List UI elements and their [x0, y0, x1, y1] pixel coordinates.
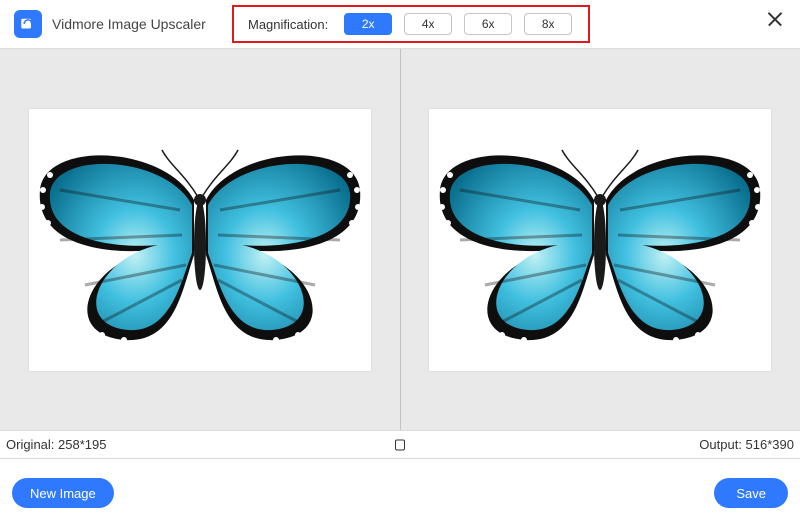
original-image	[29, 109, 371, 371]
center-handle-icon[interactable]	[395, 439, 405, 450]
original-size-label: Original: 258*195	[6, 437, 106, 452]
footer-bar: New Image Save	[0, 459, 800, 527]
new-image-button[interactable]: New Image	[12, 478, 114, 508]
magnification-group: Magnification: 2x 4x 6x 8x	[232, 5, 590, 43]
magnification-option-4x[interactable]: 4x	[404, 13, 452, 35]
output-image	[429, 109, 771, 371]
output-pane	[400, 49, 800, 430]
preview-canvas	[0, 48, 800, 431]
app-title: Vidmore Image Upscaler	[52, 16, 206, 32]
magnification-label: Magnification:	[248, 17, 328, 32]
magnification-option-2x[interactable]: 2x	[344, 13, 392, 35]
magnification-option-6x[interactable]: 6x	[464, 13, 512, 35]
app-logo-icon	[14, 10, 42, 38]
header-bar: Vidmore Image Upscaler Magnification: 2x…	[0, 0, 800, 48]
output-size-label: Output: 516*390	[699, 437, 794, 452]
magnification-option-8x[interactable]: 8x	[524, 13, 572, 35]
info-bar: Original: 258*195 Output: 516*390	[0, 431, 800, 459]
close-icon[interactable]	[764, 8, 786, 30]
save-button[interactable]: Save	[714, 478, 788, 508]
original-pane	[0, 49, 400, 430]
